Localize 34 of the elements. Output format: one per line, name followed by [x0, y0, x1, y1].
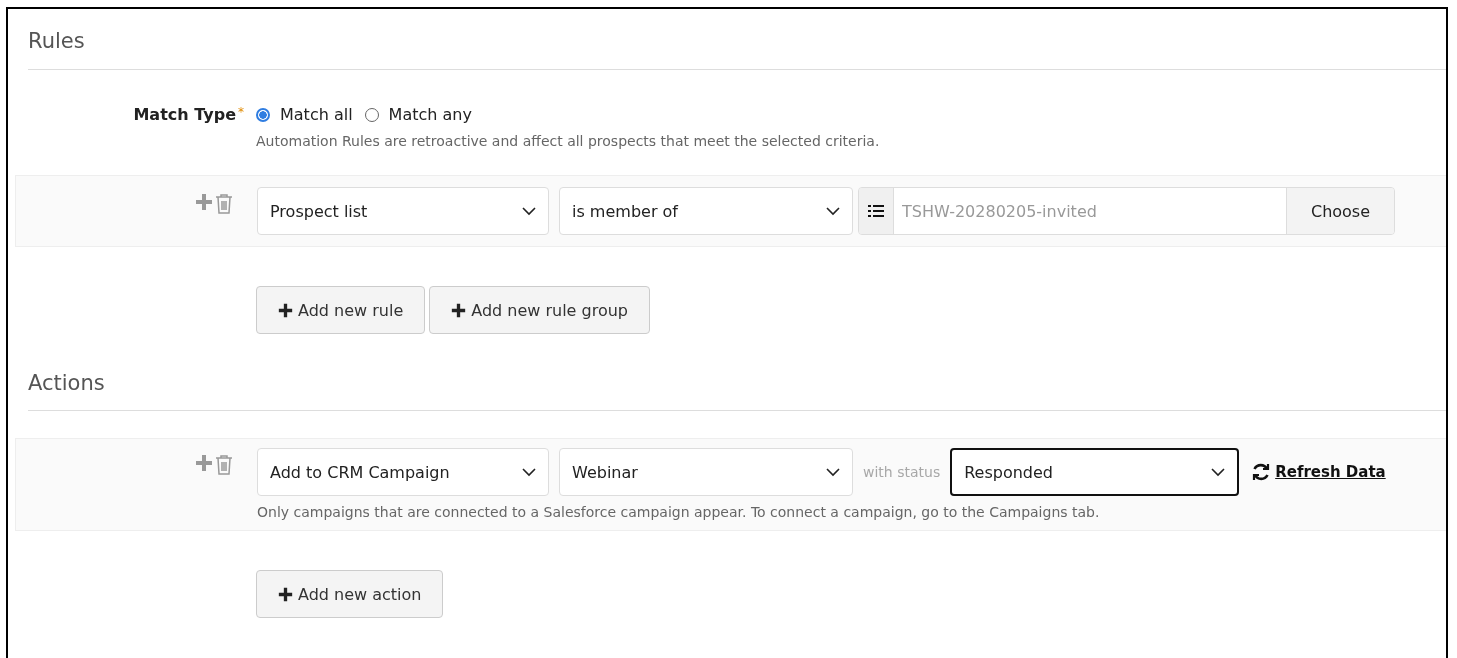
- operator-select[interactable]: is member of: [559, 187, 853, 235]
- chevron-down-icon: [522, 206, 536, 216]
- help-text: Only campaigns that are connected to a Salesforce campaign appear. To connect a campaign, go to the Campaigns tab.: [257, 503, 1101, 520]
- list-icon: [868, 204, 884, 218]
- help-text: Automation Rules are retroactive and affect all prospects that meet the selected criteria.: [256, 132, 881, 149]
- add-button[interactable]: Add new action: [256, 570, 444, 618]
- radio-option[interactable]: Match any: [364, 105, 472, 124]
- status-select[interactable]: Responded: [950, 448, 1240, 496]
- radio-icon[interactable]: [256, 107, 270, 122]
- list-lookup-field[interactable]: TSHW-20280205-invited Choose: [858, 187, 1395, 235]
- field-label: Match Type: [133, 105, 236, 124]
- trash-icon[interactable]: [215, 454, 233, 476]
- chevron-down-icon: [1211, 467, 1226, 477]
- plus-icon[interactable]: [451, 302, 467, 318]
- refresh-data-link[interactable]: Refresh Data: [1251, 462, 1386, 482]
- plus-icon[interactable]: [278, 302, 293, 318]
- radio-icon[interactable]: [364, 107, 379, 122]
- chevron-down-icon: [826, 206, 840, 216]
- radio-option[interactable]: Match all: [256, 105, 353, 124]
- section-heading: Actions: [28, 334, 1446, 411]
- chevron-down-icon: [826, 467, 840, 477]
- add-button[interactable]: Add new rule group: [429, 286, 650, 334]
- section-heading: Rules: [28, 9, 1446, 70]
- field-select[interactable]: Prospect list: [257, 187, 549, 235]
- status-label: with status: [863, 464, 941, 480]
- trash-icon[interactable]: [215, 193, 233, 215]
- refresh-icon: [1251, 462, 1272, 482]
- required-mark: *: [238, 105, 244, 119]
- action-select[interactable]: Add to CRM Campaign: [257, 448, 549, 496]
- add-button[interactable]: Add new rule: [256, 286, 426, 334]
- plus-icon[interactable]: [278, 586, 293, 602]
- choose-button[interactable]: Choose: [1286, 188, 1394, 234]
- campaign-select[interactable]: Webinar: [559, 448, 853, 496]
- chevron-down-icon: [522, 467, 536, 477]
